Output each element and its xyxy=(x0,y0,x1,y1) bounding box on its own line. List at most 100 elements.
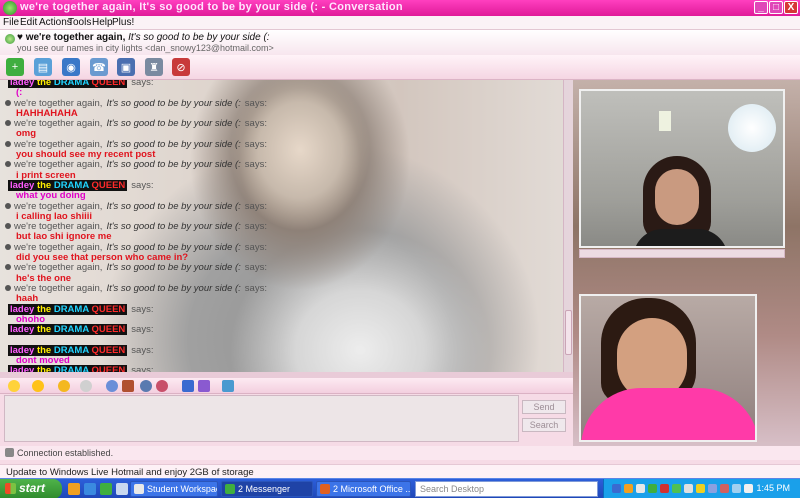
menu-actions[interactable]: Actions xyxy=(39,17,72,28)
sender-name-part: QUEEN xyxy=(91,179,126,191)
hotmail-banner-text[interactable]: Update to Windows Live Hotmail and enjoy… xyxy=(6,467,254,478)
status-bar: Connection established. xyxy=(0,446,800,460)
desktop-icon[interactable] xyxy=(116,483,128,495)
send-files-icon[interactable]: ▤ xyxy=(34,58,52,76)
message-text: (: xyxy=(16,87,23,99)
sender-personal-message: It's so good to be by your side (: xyxy=(106,138,241,150)
menu-plus[interactable]: Plus! xyxy=(112,17,134,28)
scroll-thumb[interactable] xyxy=(565,310,572,355)
taskbar-button-office[interactable]: 2 Microsoft Office ... xyxy=(316,481,411,497)
network-icon[interactable] xyxy=(672,484,681,493)
hotmail-banner[interactable]: Update to Windows Live Hotmail and enjoy… xyxy=(0,464,800,478)
gallery-icon[interactable] xyxy=(122,380,134,392)
menu-tools[interactable]: Tools xyxy=(68,17,91,28)
search-button[interactable]: Search xyxy=(522,418,566,432)
sender-name-part: ladey xyxy=(10,365,35,372)
message-sender-ladey: ladey the DRAMA QUEEN says: xyxy=(0,365,563,372)
wireless-icon[interactable] xyxy=(732,484,741,493)
security-icon[interactable] xyxy=(660,484,669,493)
maximize-button[interactable]: □ xyxy=(769,1,783,14)
update-icon[interactable] xyxy=(696,484,705,493)
messenger-quicklaunch-icon[interactable] xyxy=(100,483,112,495)
webcam-icon[interactable]: ◉ xyxy=(62,58,80,76)
menu-file[interactable]: File xyxy=(3,17,19,28)
font-icon[interactable] xyxy=(182,380,194,392)
sender-personal-message: It's so good to be by your side (: xyxy=(106,97,241,109)
ink-icon[interactable] xyxy=(198,380,210,392)
sender-display-name: we're together again, xyxy=(14,159,103,171)
language-icon[interactable] xyxy=(612,484,621,493)
wink-icon[interactable] xyxy=(32,380,44,392)
start-label: start xyxy=(19,481,46,495)
says-label: says: xyxy=(131,179,154,191)
taskbar-button-messenger[interactable]: 2 Messenger xyxy=(221,481,313,497)
conversation-history[interactable]: ladey the DRAMA QUEEN says: (: we're togeth… xyxy=(0,80,573,372)
message-sender-friend: we're together again, It's so good to be … xyxy=(0,97,563,109)
ie-icon[interactable] xyxy=(84,483,96,495)
minimize-button[interactable]: _ xyxy=(754,1,768,14)
sender-personal-message: It's so good to be by your side (: xyxy=(106,282,241,294)
flash-icon[interactable] xyxy=(156,380,168,392)
message-input[interactable] xyxy=(4,395,519,442)
message-sender-ladey: ladey the DRAMA QUEEN says: xyxy=(0,303,563,315)
display-icon[interactable] xyxy=(708,484,717,493)
message-text: omg xyxy=(16,128,37,140)
menu-help[interactable]: Help xyxy=(92,17,113,28)
sender-personal-message: It's so good to be by your side (: xyxy=(106,118,241,130)
close-button[interactable]: X xyxy=(784,1,798,14)
says-label: says: xyxy=(131,80,154,88)
block-icon[interactable]: ⊘ xyxy=(172,58,190,76)
voice-clip-icon[interactable] xyxy=(80,380,92,392)
connection-status: Connection established. xyxy=(17,448,114,458)
sender-name-part: QUEEN xyxy=(91,324,126,336)
quicklaunch-icon[interactable] xyxy=(68,483,80,495)
sender-name-part: QUEEN xyxy=(91,80,126,88)
message-text: dont moved xyxy=(16,355,70,367)
sender-name-part: the xyxy=(36,344,52,356)
sender-status-icon xyxy=(5,284,11,291)
contact-header: ♥ we're together again, It's so good to … xyxy=(0,30,800,55)
sender-display-name: ladey the DRAMA QUEEN xyxy=(8,303,128,315)
sender-display-name: ladey the DRAMA QUEEN xyxy=(8,324,128,336)
messenger-tray-icon[interactable] xyxy=(648,484,657,493)
contact-personal-message: It's so good to be by your side (: xyxy=(128,32,270,43)
contact-webcam[interactable] xyxy=(579,89,785,248)
power-icon[interactable] xyxy=(744,484,753,493)
tray-app-icon[interactable] xyxy=(624,484,633,493)
menu-edit[interactable]: Edit xyxy=(20,17,37,28)
sender-personal-message: It's so good to be by your side (: xyxy=(106,200,241,212)
games-icon[interactable]: ♜ xyxy=(145,58,163,76)
says-label: says: xyxy=(244,200,267,212)
sender-name-part: the xyxy=(36,324,52,336)
conversation-scrollbar[interactable] xyxy=(563,80,573,372)
connection-icon xyxy=(5,448,14,457)
sender-personal-message: It's so good to be by your side (: xyxy=(106,262,241,274)
nudge-icon[interactable] xyxy=(58,380,70,392)
taskbar-button-student-workspace[interactable]: Student Workspace... xyxy=(130,481,218,497)
desktop-search-input[interactable]: Search Desktop xyxy=(415,481,598,497)
call-icon[interactable]: ☎ xyxy=(90,58,108,76)
webcam-panel xyxy=(573,80,800,446)
winks-icon[interactable] xyxy=(140,380,152,392)
heart-icon: ♥ xyxy=(17,32,23,43)
backgrounds-icon[interactable] xyxy=(106,380,118,392)
volume-icon[interactable] xyxy=(636,484,645,493)
color-icon[interactable] xyxy=(222,380,234,392)
sender-display-name: ladey the DRAMA QUEEN xyxy=(8,365,128,372)
sender-status-icon xyxy=(5,243,11,250)
invite-icon[interactable]: + xyxy=(6,58,24,76)
sender-name-part: the xyxy=(36,80,52,88)
emoticon-icon[interactable] xyxy=(8,380,20,392)
send-button[interactable]: Send xyxy=(522,400,566,414)
activities-icon[interactable]: ▣ xyxy=(117,58,135,76)
contact-status-icon xyxy=(5,34,15,44)
sender-status-icon xyxy=(5,120,11,127)
bluetooth-icon[interactable] xyxy=(684,484,693,493)
message-sender-friend: we're together again, It's so good to be … xyxy=(0,138,563,150)
sender-name-part: QUEEN xyxy=(91,303,126,315)
sender-name-part: ladey xyxy=(10,80,35,88)
my-webcam[interactable] xyxy=(579,294,757,442)
antivirus-icon[interactable] xyxy=(720,484,729,493)
start-button[interactable]: start xyxy=(0,479,62,498)
contact-webcam-controls[interactable] xyxy=(579,249,785,258)
